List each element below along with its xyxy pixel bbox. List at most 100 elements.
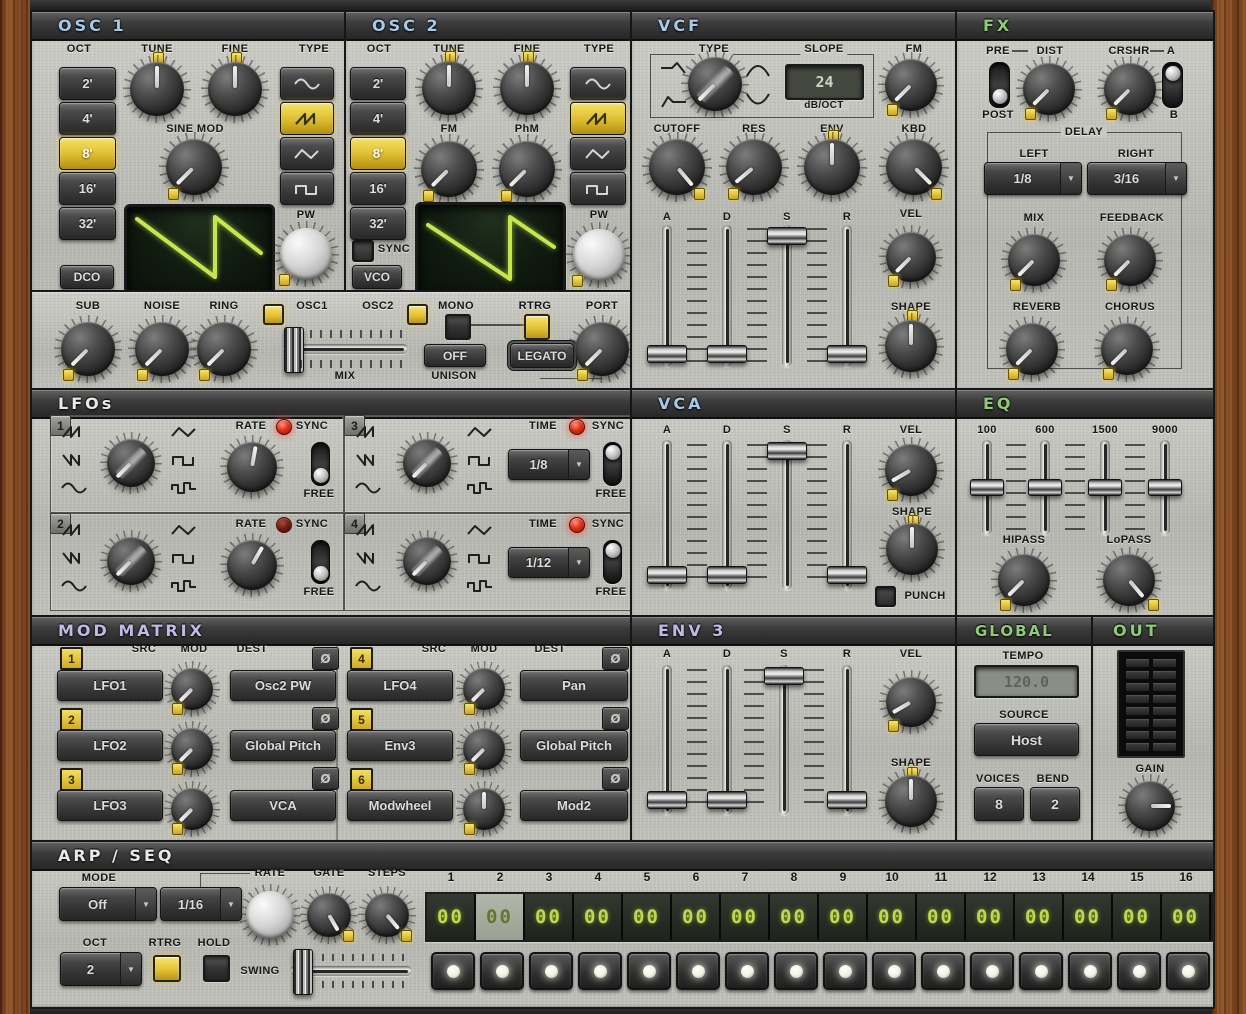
env3-release-slider[interactable] <box>828 665 866 815</box>
lfo4-time-select[interactable]: 1/12 ▼ <box>508 547 590 578</box>
vcf-env-knob[interactable] <box>804 139 860 195</box>
rtrg-button[interactable] <box>524 314 550 340</box>
vca-attack-slider[interactable] <box>648 440 686 590</box>
osc1-tune-knob[interactable] <box>130 62 184 116</box>
step-button[interactable] <box>1068 952 1112 990</box>
vcf-type-selector-knob[interactable] <box>688 57 742 111</box>
lopass-knob[interactable] <box>1103 554 1155 606</box>
step-button[interactable] <box>1019 952 1063 990</box>
mod-slot4-src-button[interactable]: LFO4 <box>347 670 453 701</box>
mod-slot2-invert-button[interactable]: Ø <box>312 707 339 730</box>
osc2-tune-knob[interactable] <box>422 61 476 115</box>
env3-sustain-slider[interactable] <box>765 665 803 815</box>
osc1-oct-2-button[interactable]: 2' <box>59 67 116 100</box>
mod-slot6-invert-button[interactable]: Ø <box>602 767 629 790</box>
osc1-dco-button[interactable]: DCO <box>60 265 114 289</box>
osc2-oct-4-button[interactable]: 4' <box>350 102 406 135</box>
vcf-release-slider[interactable] <box>828 225 866 367</box>
mod-slot3-src-button[interactable]: LFO3 <box>57 790 163 821</box>
lfo4-sync-free-toggle[interactable] <box>603 540 622 584</box>
step-button[interactable] <box>921 952 965 990</box>
osc2-oct-32-button[interactable]: 32' <box>350 207 406 240</box>
step-button[interactable] <box>431 952 475 990</box>
mod-slot5-src-button[interactable]: Env3 <box>347 730 453 761</box>
osc1-oct-16-button[interactable]: 16' <box>59 172 116 205</box>
vca-decay-slider[interactable] <box>708 440 746 590</box>
step-button[interactable] <box>578 952 622 990</box>
mod-slot6-src-button[interactable]: Modwheel <box>347 790 453 821</box>
mod-slot5-invert-button[interactable]: Ø <box>602 707 629 730</box>
osc1-oct-4-button[interactable]: 4' <box>59 102 116 135</box>
vcf-sustain-slider[interactable] <box>768 225 806 367</box>
step-button[interactable] <box>480 952 524 990</box>
vcf-shape-knob[interactable] <box>885 320 937 372</box>
step-button[interactable] <box>676 952 720 990</box>
mod-slot3-dest-button[interactable]: VCA <box>230 790 336 821</box>
osc2-oct-8-button[interactable]: 8' <box>350 137 406 170</box>
step-button[interactable] <box>774 952 818 990</box>
mod-slot5-dest-button[interactable]: Global Pitch <box>520 730 628 761</box>
lfo3-wave-selector-knob[interactable] <box>403 439 451 487</box>
noise-knob[interactable] <box>135 322 189 376</box>
lfo1-rate-knob[interactable] <box>227 442 277 492</box>
delay-right-select[interactable]: 3/16 ▼ <box>1087 162 1187 195</box>
osc2-fine-knob[interactable] <box>500 61 554 115</box>
env3-shape-knob[interactable] <box>885 775 937 827</box>
crshr-a-b-toggle[interactable] <box>1162 62 1183 108</box>
vca-shape-knob[interactable] <box>886 523 938 575</box>
step-button[interactable] <box>1117 952 1161 990</box>
step-button[interactable] <box>725 952 769 990</box>
eq-band-9000-slider[interactable] <box>1148 440 1182 535</box>
osc2-oct-16-button[interactable]: 16' <box>350 172 406 205</box>
osc2-phm-knob[interactable] <box>499 141 555 197</box>
vcf-kbd-knob[interactable] <box>886 139 942 195</box>
tempo-display[interactable]: 120.0 <box>974 665 1079 698</box>
osc2-type-saw-button[interactable] <box>570 102 626 135</box>
osc2-fm-knob[interactable] <box>421 141 477 197</box>
voices-select-button[interactable]: 8 <box>974 787 1024 821</box>
osc1-type-triangle-button[interactable] <box>280 137 334 170</box>
vca-sustain-slider[interactable] <box>768 440 806 590</box>
osc1-pw-knob[interactable] <box>280 228 332 280</box>
mod-slot6-dest-button[interactable]: Mod2 <box>520 790 628 821</box>
vcf-decay-slider[interactable] <box>708 225 746 367</box>
step-button[interactable] <box>1166 952 1210 990</box>
lfo2-sync-free-toggle[interactable] <box>311 540 330 584</box>
source-select-button[interactable]: Host <box>974 723 1079 756</box>
punch-checkbox[interactable] <box>875 586 896 607</box>
osc2-sync-checkbox[interactable] <box>352 240 374 262</box>
step-button[interactable] <box>529 952 573 990</box>
osc2-type-square-button[interactable] <box>570 172 626 205</box>
vcf-res-knob[interactable] <box>726 139 782 195</box>
lfo1-wave-selector-knob[interactable] <box>107 439 155 487</box>
lfo1-sync-free-toggle[interactable] <box>311 442 330 486</box>
vcf-slope-display[interactable]: 24 <box>785 64 864 100</box>
gain-knob[interactable] <box>1125 781 1175 831</box>
mod-slot2-src-button[interactable]: LFO2 <box>57 730 163 761</box>
osc1-sine-mod-knob[interactable] <box>166 139 222 195</box>
sub-knob[interactable] <box>61 322 115 376</box>
step-button[interactable] <box>872 952 916 990</box>
osc2-type-sine-button[interactable] <box>570 67 626 100</box>
delay-left-select[interactable]: 1/8 ▼ <box>984 162 1082 195</box>
ring-knob[interactable] <box>197 322 251 376</box>
osc2-pw-knob[interactable] <box>573 229 625 281</box>
mod-slot1-invert-button[interactable]: Ø <box>312 647 339 670</box>
mod-slot4-dest-button[interactable]: Pan <box>520 670 628 701</box>
step-button[interactable] <box>970 952 1014 990</box>
lfo3-time-select[interactable]: 1/8 ▼ <box>508 449 590 480</box>
osc1-type-saw-button[interactable] <box>280 102 334 135</box>
pre-post-toggle[interactable] <box>989 62 1010 108</box>
vca-release-slider[interactable] <box>828 440 866 590</box>
step-button[interactable] <box>823 952 867 990</box>
env3-attack-slider[interactable] <box>648 665 686 815</box>
bend-select-button[interactable]: 2 <box>1030 787 1080 821</box>
lfo4-wave-selector-knob[interactable] <box>403 537 451 585</box>
osc1-oct-8-button[interactable]: 8' <box>59 137 116 170</box>
osc2-type-triangle-button[interactable] <box>570 137 626 170</box>
vcf-attack-slider[interactable] <box>648 225 686 367</box>
env3-decay-slider[interactable] <box>708 665 746 815</box>
eq-band-100-slider[interactable] <box>970 440 1004 535</box>
osc1-type-square-button[interactable] <box>280 172 334 205</box>
lfo2-rate-knob[interactable] <box>227 540 277 590</box>
